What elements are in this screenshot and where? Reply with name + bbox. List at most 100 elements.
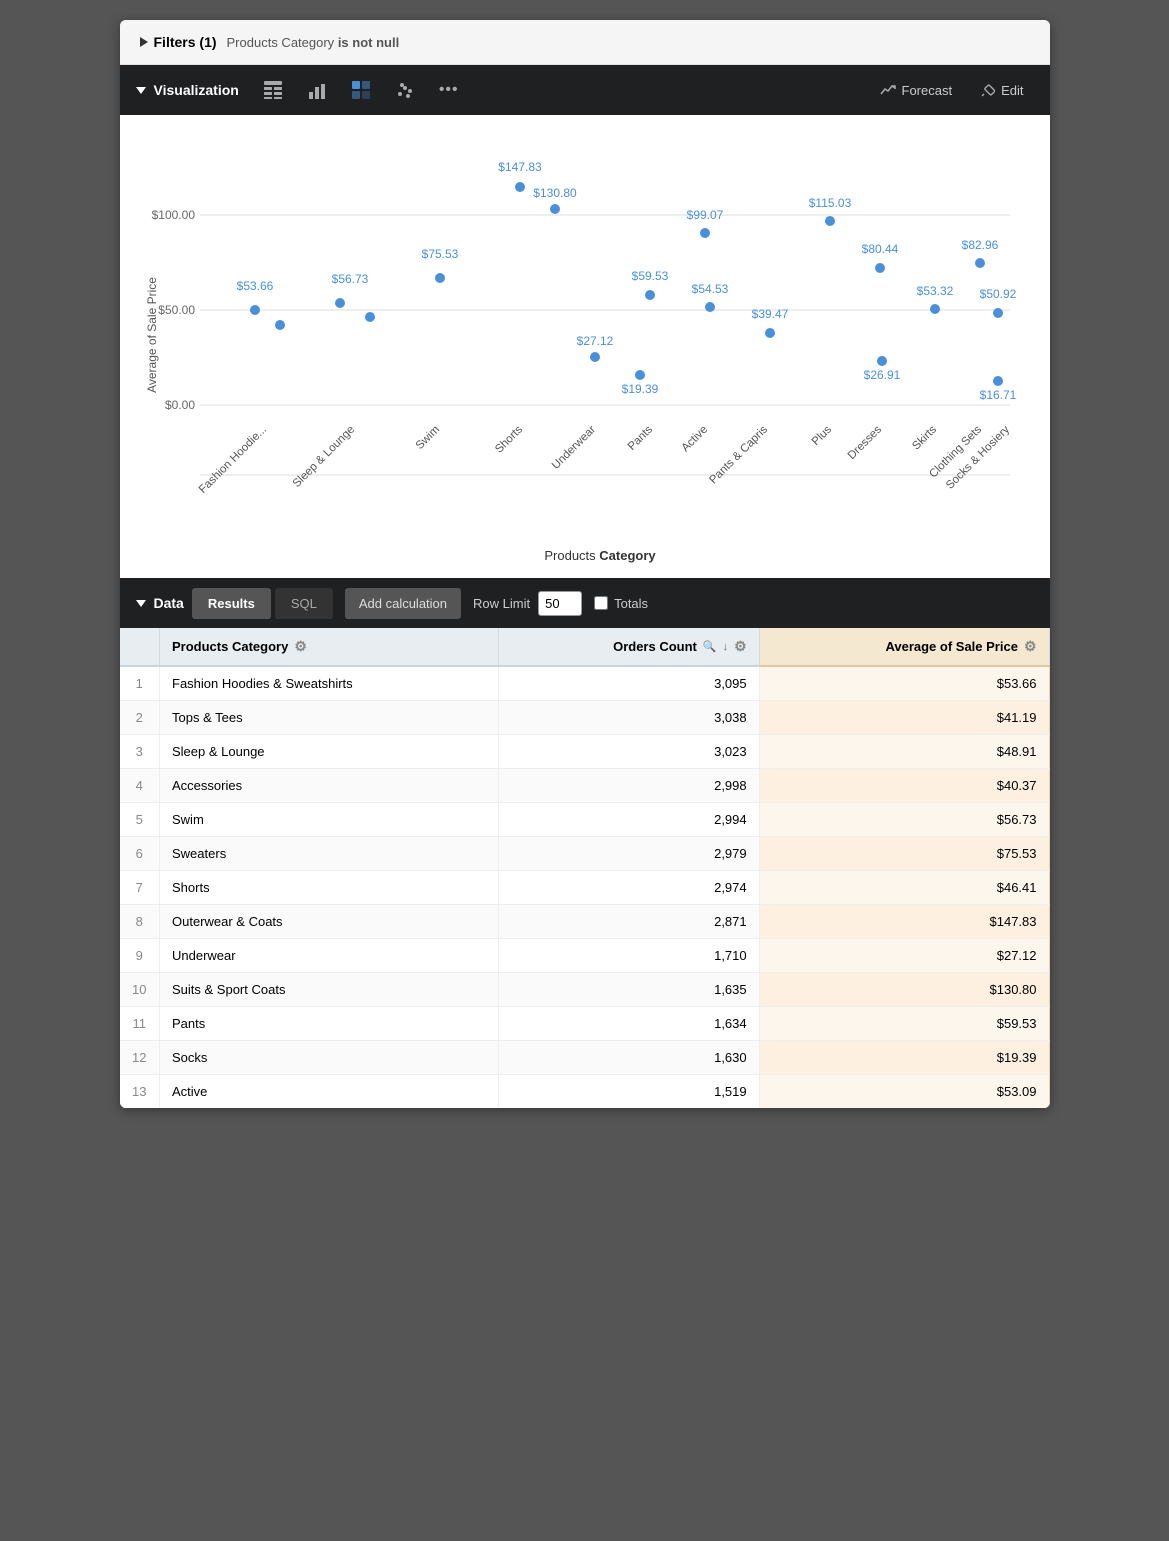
filter-field: Products Category <box>227 35 335 50</box>
table-view-button[interactable] <box>255 74 291 106</box>
y-tick-0: $0.00 <box>164 398 194 412</box>
point-6b <box>635 370 645 380</box>
orders-count-cell: 1,710 <box>498 939 759 973</box>
category-cell: Outerwear & Coats <box>160 905 499 939</box>
label-6b: $19.39 <box>621 382 658 396</box>
label-5: $27.12 <box>576 334 613 348</box>
forecast-button[interactable]: Forecast <box>870 76 963 104</box>
orders-count-header[interactable]: Orders Count 🔍 ↓ ⚙ <box>498 628 759 666</box>
viz-section-title: Visualization <box>136 82 239 98</box>
filters-toggle[interactable]: Filters (1) <box>140 34 217 50</box>
label-7: $99.07 <box>686 208 723 222</box>
orders-count-label: Orders Count <box>613 639 697 654</box>
table-row: 12 Socks 1,630 $19.39 <box>120 1041 1050 1075</box>
category-cell: Sleep & Lounge <box>160 735 499 769</box>
filter-condition: is not null <box>338 35 399 50</box>
orders-count-cell: 1,519 <box>498 1075 759 1109</box>
point-12 <box>975 258 985 268</box>
filter-chip: Products Category is not null <box>227 35 400 50</box>
bar-chart-button[interactable] <box>299 74 335 106</box>
table-row: 13 Active 1,519 $53.09 <box>120 1075 1050 1109</box>
totals-label: Totals <box>594 596 648 611</box>
pivot-view-button[interactable] <box>343 74 379 106</box>
chart-svg: Average of Sale Price $100.00 $50.00 $0.… <box>130 135 1040 565</box>
label-7b: $54.53 <box>691 282 728 296</box>
results-table: Products Category ⚙ Orders Count 🔍 ↓ ⚙ <box>120 628 1050 1108</box>
category-cell: Shorts <box>160 871 499 905</box>
avg-sale-price-label: Average of Sale Price <box>885 639 1017 654</box>
avg-price-cell: $48.91 <box>759 735 1049 769</box>
category-gear-icon[interactable]: ⚙ <box>294 638 307 655</box>
avg-price-cell: $53.66 <box>759 666 1049 701</box>
point-13b <box>993 376 1003 386</box>
table-row: 7 Shorts 2,974 $46.41 <box>120 871 1050 905</box>
results-tab[interactable]: Results <box>192 588 271 619</box>
category-cell: Tops & Tees <box>160 701 499 735</box>
scatter-chart-button[interactable] <box>387 74 423 106</box>
label-9: $115.03 <box>808 196 851 210</box>
point-11 <box>930 304 940 314</box>
edit-button[interactable]: Edit <box>970 77 1033 104</box>
row-number: 12 <box>120 1041 160 1075</box>
data-table-container[interactable]: Products Category ⚙ Orders Count 🔍 ↓ ⚙ <box>120 628 1050 1108</box>
point-6 <box>645 290 655 300</box>
category-cell: Socks <box>160 1041 499 1075</box>
row-number: 4 <box>120 769 160 803</box>
x-label-4: Shorts <box>493 423 525 455</box>
chart-area: Average of Sale Price $100.00 $50.00 $0.… <box>120 115 1050 578</box>
more-options-button[interactable]: ••• <box>431 75 467 105</box>
forecast-icon <box>880 82 896 98</box>
orders-count-cell: 2,871 <box>498 905 759 939</box>
x-label-11: Skirts <box>910 423 939 452</box>
avg-sale-price-header[interactable]: Average of Sale Price ⚙ <box>759 628 1049 666</box>
sql-tab[interactable]: SQL <box>275 588 333 619</box>
table-row: 2 Tops & Tees 3,038 $41.19 <box>120 701 1050 735</box>
avg-price-cell: $27.12 <box>759 939 1049 973</box>
row-number: 2 <box>120 701 160 735</box>
x-label-10: Dresses <box>845 423 883 461</box>
x-label-1: Fashion Hoodie... <box>196 424 268 496</box>
main-container: Filters (1) Products Category is not nul… <box>120 20 1050 1108</box>
category-header[interactable]: Products Category ⚙ <box>160 628 499 666</box>
label-1: $53.66 <box>236 279 273 293</box>
point-2b <box>365 312 375 322</box>
category-cell: Sweaters <box>160 837 499 871</box>
avg-gear-icon[interactable]: ⚙ <box>1024 638 1037 655</box>
x-label-7: Active <box>679 424 710 455</box>
orders-count-cell: 3,038 <box>498 701 759 735</box>
orders-count-cell: 1,630 <box>498 1041 759 1075</box>
row-number: 3 <box>120 735 160 769</box>
row-number: 7 <box>120 871 160 905</box>
avg-price-cell: $19.39 <box>759 1041 1049 1075</box>
x-label-2: Sleep & Lounge <box>290 424 356 490</box>
category-cell: Underwear <box>160 939 499 973</box>
label-3: $75.53 <box>421 247 458 261</box>
label-10: $80.44 <box>861 242 898 256</box>
viz-toolbar: Visualization <box>120 65 1050 115</box>
edit-icon <box>980 83 995 98</box>
orders-gear-icon[interactable]: ⚙ <box>734 638 747 655</box>
orders-count-cell: 2,998 <box>498 769 759 803</box>
viz-arrow-icon <box>136 87 146 94</box>
table-row: 5 Swim 2,994 $56.73 <box>120 803 1050 837</box>
y-axis-label: Average of Sale Price <box>145 277 159 393</box>
category-cell: Accessories <box>160 769 499 803</box>
row-number: 6 <box>120 837 160 871</box>
table-row: 6 Sweaters 2,979 $75.53 <box>120 837 1050 871</box>
point-9 <box>825 216 835 226</box>
row-number: 13 <box>120 1075 160 1109</box>
x-axis-title: Products Category <box>544 548 656 563</box>
category-cell: Swim <box>160 803 499 837</box>
avg-price-cell: $56.73 <box>759 803 1049 837</box>
totals-checkbox[interactable] <box>594 596 608 610</box>
filters-bar: Filters (1) Products Category is not nul… <box>120 20 1050 65</box>
avg-price-cell: $46.41 <box>759 871 1049 905</box>
row-limit-input[interactable] <box>538 591 582 616</box>
table-body: 1 Fashion Hoodies & Sweatshirts 3,095 $5… <box>120 666 1050 1108</box>
category-cell: Suits & Sport Coats <box>160 973 499 1007</box>
add-calculation-button[interactable]: Add calculation <box>345 588 461 619</box>
label-4: $147.83 <box>498 160 542 174</box>
label-13: $50.92 <box>979 287 1016 301</box>
filter-indicator: 🔍 <box>703 640 717 653</box>
bar-chart-icon <box>307 80 327 100</box>
